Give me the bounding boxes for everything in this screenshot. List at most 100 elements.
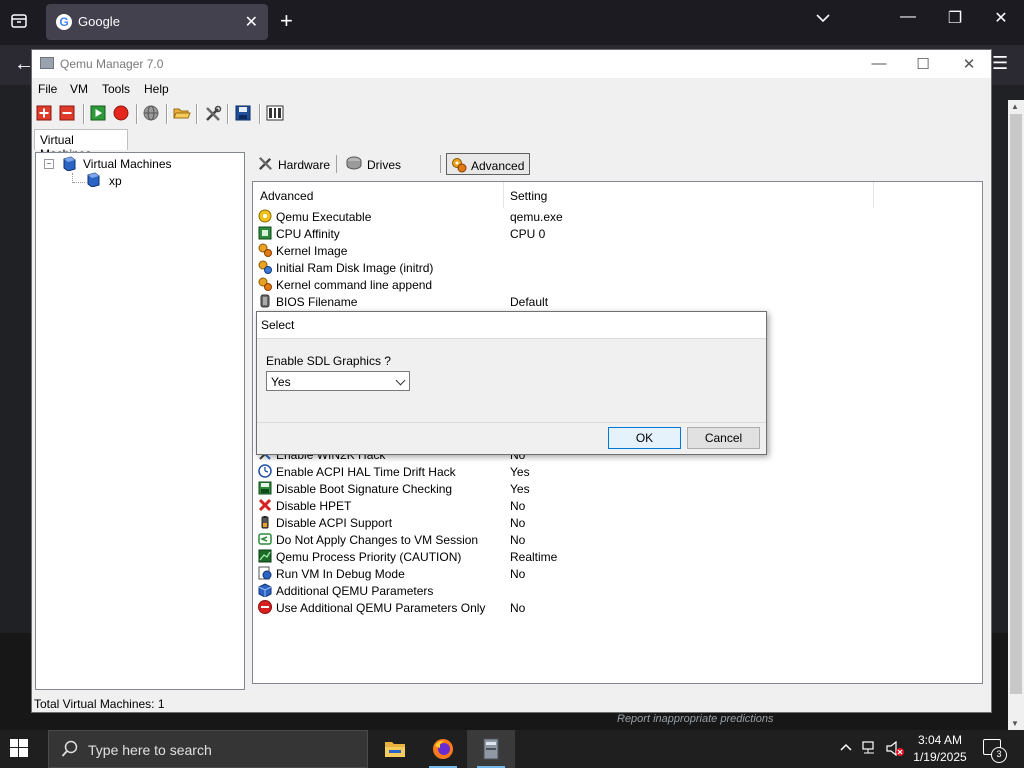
tab-drives-label: Drives <box>367 158 402 172</box>
taskbar: Type here to search 3:04 AM 1/19/2025 3 <box>0 730 1024 768</box>
browser-minimize-icon[interactable]: — <box>893 8 923 26</box>
column-divider[interactable] <box>873 182 874 208</box>
tools-icon[interactable] <box>204 105 222 123</box>
stop-vm-icon[interactable] <box>113 105 131 123</box>
list-row[interactable]: Do Not Apply Changes to VM Session No <box>258 531 978 548</box>
dialog-prompt: Enable SDL Graphics ? <box>266 354 391 368</box>
menu-help[interactable]: Help <box>144 82 169 96</box>
dialog-footer: OK Cancel <box>257 422 766 455</box>
toolbar-separator <box>196 104 198 124</box>
tab-list-icon[interactable] <box>10 12 30 32</box>
list-row[interactable]: Disable HPET No <box>258 497 978 514</box>
tab-hardware[interactable]: Hardware <box>254 153 334 175</box>
chevron-down-icon[interactable] <box>816 10 830 26</box>
menu-file[interactable]: File <box>38 82 57 96</box>
list-row[interactable]: Disable Boot Signature Checking Yes <box>258 480 978 497</box>
scroll-down-icon[interactable]: ▼ <box>1011 719 1019 728</box>
toolbar-separator <box>259 104 261 124</box>
list-row[interactable]: Disable ACPI Support No <box>258 514 978 531</box>
cancel-button[interactable]: Cancel <box>687 427 760 449</box>
tab-advanced-label: Advanced <box>471 159 525 173</box>
row-value: No <box>510 533 526 547</box>
scroll-up-icon[interactable]: ▲ <box>1011 102 1019 111</box>
scrollbar-thumb[interactable] <box>1010 114 1022 694</box>
tree-root-label[interactable]: Virtual Machines <box>83 157 172 171</box>
row-name: Qemu Executable <box>276 210 372 224</box>
list-row[interactable]: Kernel command line append <box>258 276 978 293</box>
browser-close-icon[interactable]: ✕ <box>986 8 1016 28</box>
console-icon[interactable] <box>266 105 284 123</box>
disk-icon <box>258 481 272 495</box>
clock-date: 1/19/2025 <box>913 750 967 764</box>
start-vm-icon[interactable] <box>90 105 108 123</box>
file-explorer-icon[interactable] <box>371 730 419 768</box>
collapse-icon[interactable]: − <box>44 159 54 169</box>
tab-drives[interactable]: Drives <box>343 153 413 175</box>
close-tab-icon[interactable]: ✕ <box>245 12 258 32</box>
column-divider[interactable] <box>503 182 504 208</box>
page-scrollbar[interactable]: ▲ ▼ <box>1008 100 1024 730</box>
clock[interactable]: 3:04 AM 1/19/2025 <box>908 732 972 766</box>
row-value: qemu.exe <box>510 210 563 224</box>
maximize-icon[interactable]: ☐ <box>908 55 938 73</box>
row-name: Use Additional QEMU Parameters Only <box>276 601 486 615</box>
volume-muted-icon[interactable] <box>886 740 904 760</box>
report-predictions-link[interactable]: Report inappropriate predictions <box>617 713 774 725</box>
list-header: Advanced Setting <box>253 182 982 208</box>
window-titlebar[interactable]: Qemu Manager 7.0 — ☐ ✕ <box>32 50 991 78</box>
ok-button[interactable]: OK <box>608 427 681 449</box>
row-value: Yes <box>510 465 530 479</box>
column-header-advanced[interactable]: Advanced <box>260 189 313 203</box>
tab-advanced[interactable]: Advanced <box>446 153 530 175</box>
minimize-icon[interactable]: — <box>864 55 894 72</box>
list-row[interactable]: Kernel Image <box>258 242 978 259</box>
row-value: No <box>510 499 526 513</box>
network-icon[interactable] <box>862 741 878 758</box>
firefox-icon[interactable] <box>419 730 467 768</box>
open-folder-icon[interactable] <box>173 105 191 123</box>
list-row[interactable]: Qemu Process Priority (CAUTION) Realtime <box>258 548 978 565</box>
arrow-back-icon <box>258 532 272 546</box>
list-row[interactable]: BIOS Filename Default <box>258 293 978 310</box>
page-background <box>0 85 32 633</box>
list-row[interactable]: Enable ACPI HAL Time Drift Hack Yes <box>258 463 978 480</box>
list-row[interactable]: CPU Affinity CPU 0 <box>258 225 978 242</box>
browser-tab[interactable]: G Google ✕ <box>46 4 268 40</box>
list-row[interactable]: Use Additional QEMU Parameters Only No <box>258 599 978 616</box>
list-row[interactable]: Initial Ram Disk Image (initrd) <box>258 259 978 276</box>
clock-time: 3:04 AM <box>917 733 963 747</box>
list-row[interactable]: Additional QEMU Parameters <box>258 582 978 599</box>
row-value: CPU 0 <box>510 227 546 241</box>
globe-icon[interactable] <box>143 105 161 123</box>
add-vm-icon[interactable] <box>36 105 54 123</box>
taskbar-search[interactable]: Type here to search <box>48 730 368 768</box>
column-header-setting[interactable]: Setting <box>510 189 547 203</box>
tab-virtual-machines[interactable]: Virtual Machines <box>34 129 128 161</box>
dialog-titlebar[interactable]: Select <box>257 312 766 338</box>
toolbar-separator <box>83 104 85 124</box>
tab-separator <box>440 155 441 173</box>
clock-icon <box>258 464 272 478</box>
close-icon[interactable]: ✕ <box>954 55 984 73</box>
browser-restore-icon[interactable]: ❐ <box>940 8 970 28</box>
row-name: Initial Ram Disk Image (initrd) <box>276 261 434 275</box>
save-icon[interactable] <box>235 105 253 123</box>
notification-count: 3 <box>991 747 1007 763</box>
sdl-graphics-select[interactable]: Yes <box>266 371 410 391</box>
list-row[interactable]: Qemu Executable qemu.exe <box>258 208 978 225</box>
chip-icon <box>258 294 272 308</box>
remove-vm-icon[interactable] <box>59 105 77 123</box>
battery-icon <box>258 515 272 529</box>
vm-icon <box>86 172 100 188</box>
windows-start-icon[interactable] <box>10 739 30 759</box>
new-tab-icon[interactable]: + <box>280 9 293 33</box>
chevron-up-icon[interactable] <box>840 740 852 754</box>
menu-vm[interactable]: VM <box>70 82 88 96</box>
tree-item-xp[interactable]: xp <box>109 174 122 188</box>
menu-tools[interactable]: Tools <box>102 82 130 96</box>
list-row[interactable]: Run VM In Debug Mode No <box>258 565 978 582</box>
menu-icon[interactable]: ☰ <box>992 53 1008 74</box>
row-value: Realtime <box>510 550 558 564</box>
gears-icon <box>258 277 272 291</box>
qemu-manager-taskbar-icon[interactable] <box>467 730 515 768</box>
